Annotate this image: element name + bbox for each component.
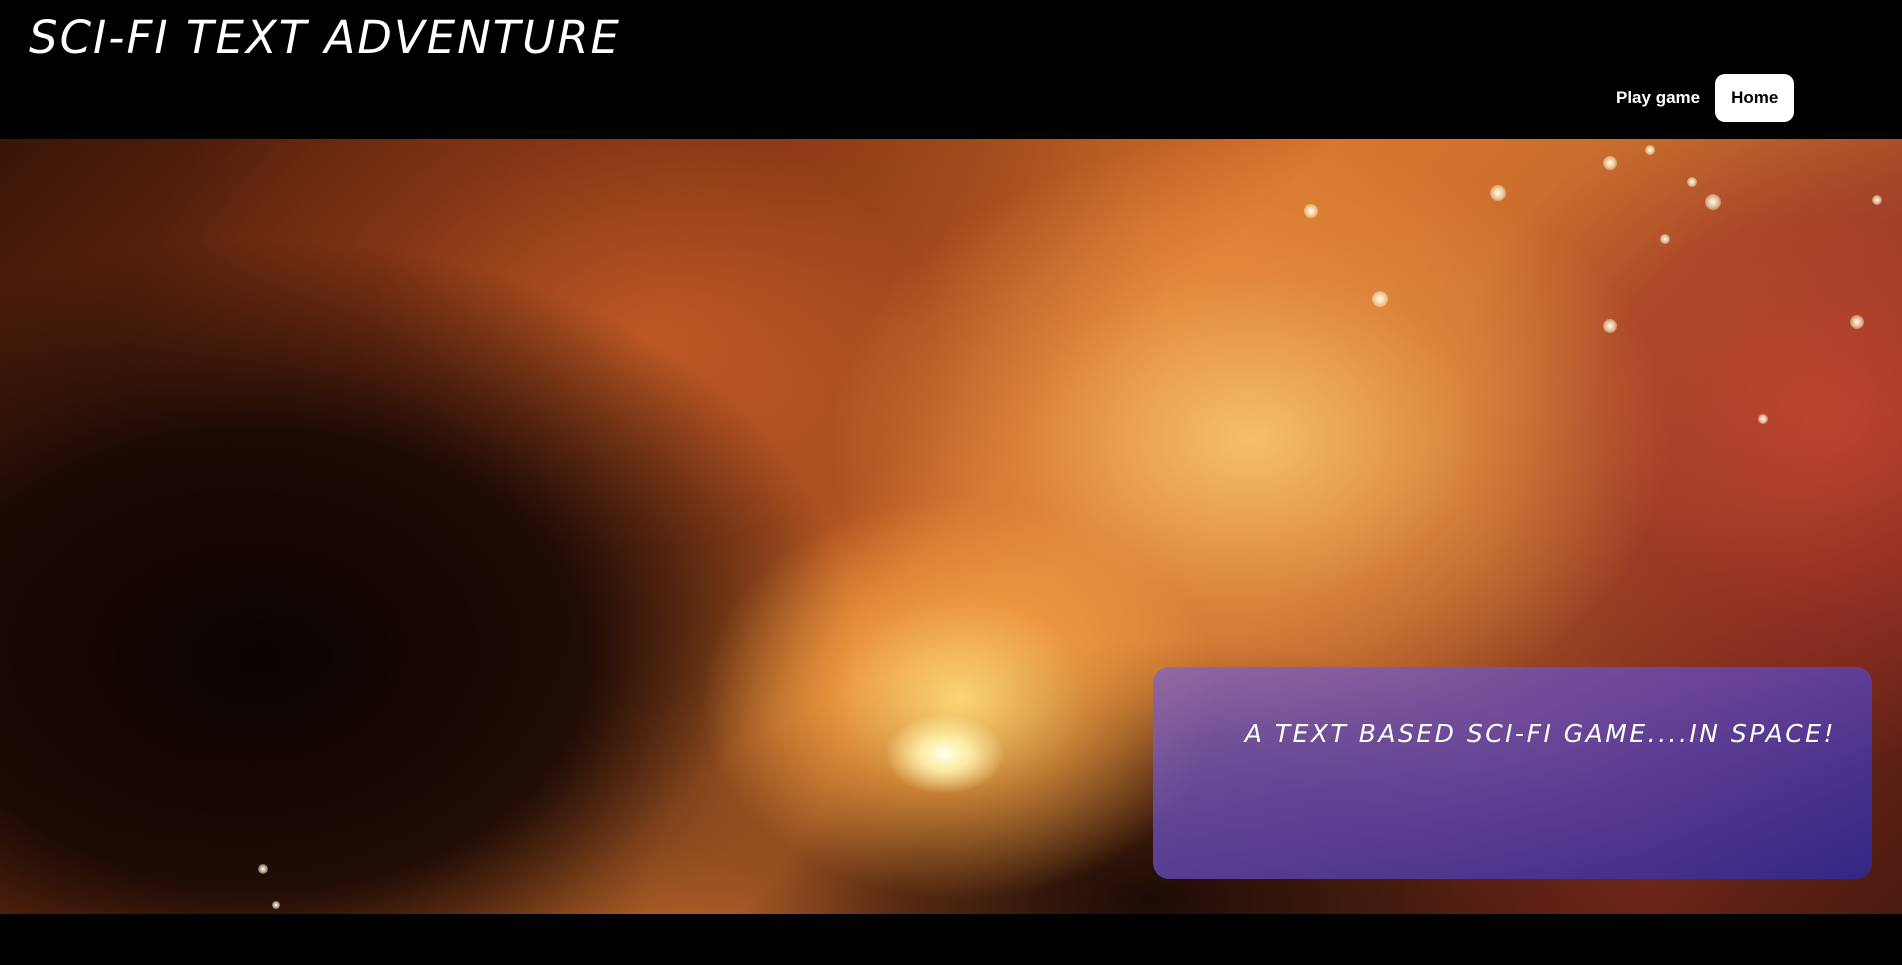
hero-nebula-background: A TEXT BASED SCI-FI GAME....IN SPACE! — [0, 139, 1902, 914]
hero-tagline: A TEXT BASED SCI-FI GAME....IN SPACE! — [1244, 719, 1836, 748]
star — [258, 864, 268, 874]
star — [1372, 291, 1388, 307]
star — [1660, 234, 1670, 244]
footer-bar — [0, 914, 1902, 965]
star — [1705, 194, 1721, 210]
site-header: SCI-FI TEXT ADVENTURE Play game Home — [0, 0, 1902, 139]
star — [1304, 204, 1318, 218]
star — [1850, 315, 1864, 329]
tagline-panel: A TEXT BASED SCI-FI GAME....IN SPACE! — [1153, 667, 1872, 879]
star — [272, 901, 280, 909]
nav-link-play-game[interactable]: Play game — [1600, 74, 1716, 122]
star — [1490, 185, 1506, 201]
nav-link-home[interactable]: Home — [1715, 74, 1795, 122]
main-nav: Play game Home — [1600, 74, 1795, 122]
star — [1645, 145, 1655, 155]
star — [1603, 156, 1617, 170]
star — [1758, 414, 1768, 424]
site-title: SCI-FI TEXT ADVENTURE — [29, 11, 621, 64]
star — [1603, 319, 1617, 333]
star — [1872, 195, 1882, 205]
star — [1687, 177, 1697, 187]
